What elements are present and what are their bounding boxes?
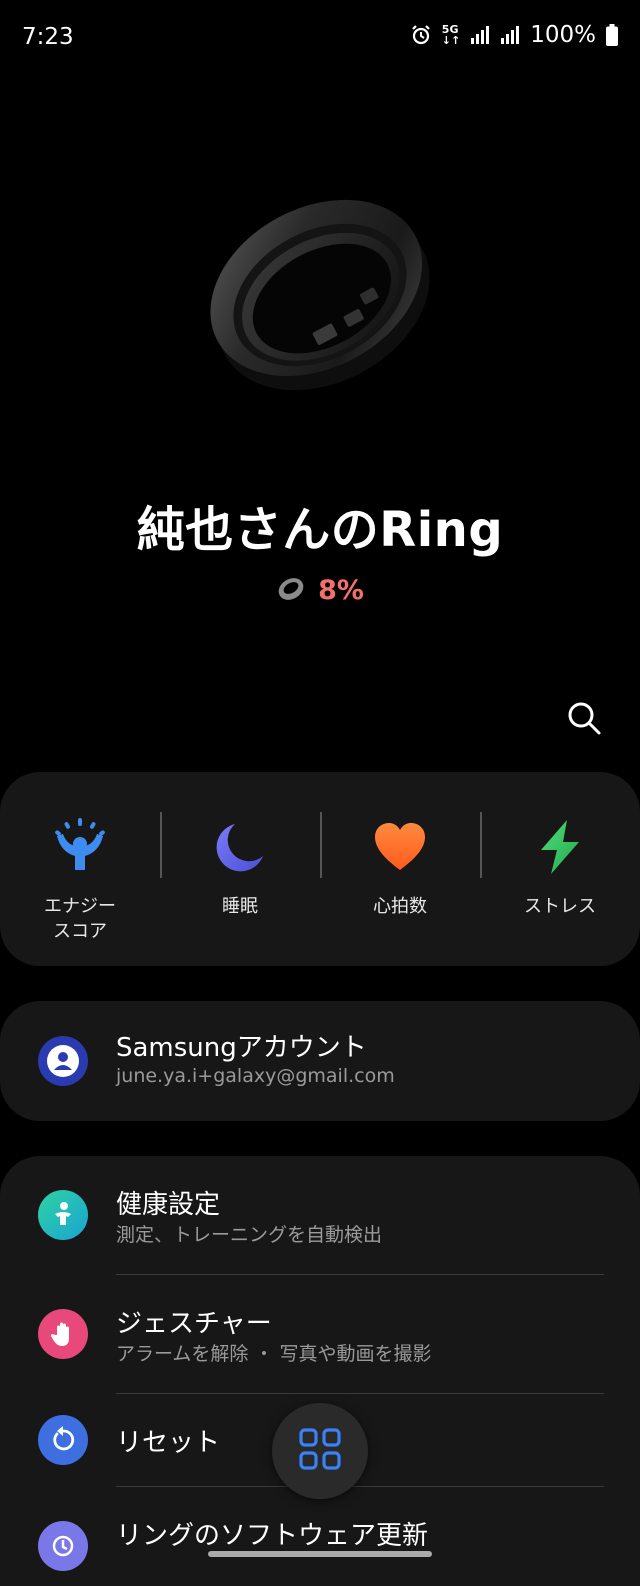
- tile-energy-score[interactable]: エナジー スコア: [0, 772, 160, 966]
- account-icon: [38, 1036, 88, 1086]
- account-email: june.ya.i+galaxy@gmail.com: [116, 1065, 395, 1087]
- tile-heart-rate[interactable]: 心拍数: [320, 772, 480, 966]
- device-battery: 8%: [0, 574, 640, 606]
- gesture-hand-icon: [38, 1309, 88, 1359]
- health-settings-icon: [38, 1190, 88, 1240]
- tile-stress[interactable]: ストレス: [480, 772, 640, 966]
- alarm-icon: [410, 24, 432, 46]
- battery-percent: 100%: [530, 22, 596, 48]
- settings-item-software-update[interactable]: リングのソフトウェア更新: [0, 1487, 640, 1586]
- device-battery-percent: 8%: [318, 574, 364, 606]
- tile-label: エナジー スコア: [44, 896, 116, 942]
- ring-battery-icon: [276, 574, 306, 606]
- network-5g-icon: 5G ↓↑: [441, 23, 461, 47]
- status-time: 7:23: [22, 24, 74, 50]
- settings-item-title: リングのソフトウェア更新: [116, 1521, 429, 1551]
- tile-label: 心拍数: [373, 896, 427, 917]
- status-bar: 7:23 5G ↓↑ 100%: [0, 0, 640, 76]
- settings-item-health[interactable]: 健康設定 測定、トレーニングを自動検出: [0, 1156, 640, 1274]
- settings-item-title: ジェスチャー: [116, 1309, 272, 1339]
- tile-sleep[interactable]: 睡眠: [160, 772, 320, 966]
- settings-item-title: リセット: [116, 1428, 221, 1458]
- settings-list-card: 健康設定 測定、トレーニングを自動検出 ジェスチャー アラームを解除 ・ 写真や…: [0, 1156, 640, 1586]
- sleep-moon-icon: [209, 816, 271, 878]
- device-name: 純也さんのRing: [136, 502, 504, 558]
- tile-label: 睡眠: [222, 896, 258, 917]
- battery-icon: [606, 24, 618, 46]
- settings-item-title: 健康設定: [116, 1190, 221, 1220]
- signal-icon: [500, 26, 520, 44]
- health-tiles-card: エナジー スコア 睡眠 心拍数 ストレス: [0, 772, 640, 966]
- signal-icon: [470, 26, 490, 44]
- apps-grid-icon: [298, 1427, 342, 1475]
- tile-label: ストレス: [524, 896, 596, 917]
- home-indicator[interactable]: [208, 1551, 432, 1557]
- status-icons: 5G ↓↑ 100%: [410, 22, 618, 48]
- account-title: Samsungアカウント: [116, 1033, 367, 1063]
- settings-item-gesture[interactable]: ジェスチャー アラームを解除 ・ 写真や動画を撮影: [0, 1275, 640, 1393]
- apps-fab-button[interactable]: [272, 1403, 368, 1499]
- settings-item-subtitle: アラームを解除 ・ 写真や動画を撮影: [116, 1343, 432, 1365]
- heart-icon: [369, 816, 431, 878]
- software-update-icon: [38, 1521, 88, 1571]
- account-card[interactable]: Samsungアカウント june.ya.i+galaxy@gmail.com: [0, 1001, 640, 1121]
- reset-icon: [38, 1415, 88, 1465]
- search-button[interactable]: [564, 698, 604, 738]
- stress-bolt-icon: [529, 816, 591, 878]
- energy-score-icon: [49, 816, 111, 878]
- search-icon: [564, 702, 604, 742]
- settings-item-subtitle: 測定、トレーニングを自動検出: [116, 1224, 383, 1246]
- ring-image: [195, 175, 445, 415]
- network-type-label: 5G: [441, 23, 459, 36]
